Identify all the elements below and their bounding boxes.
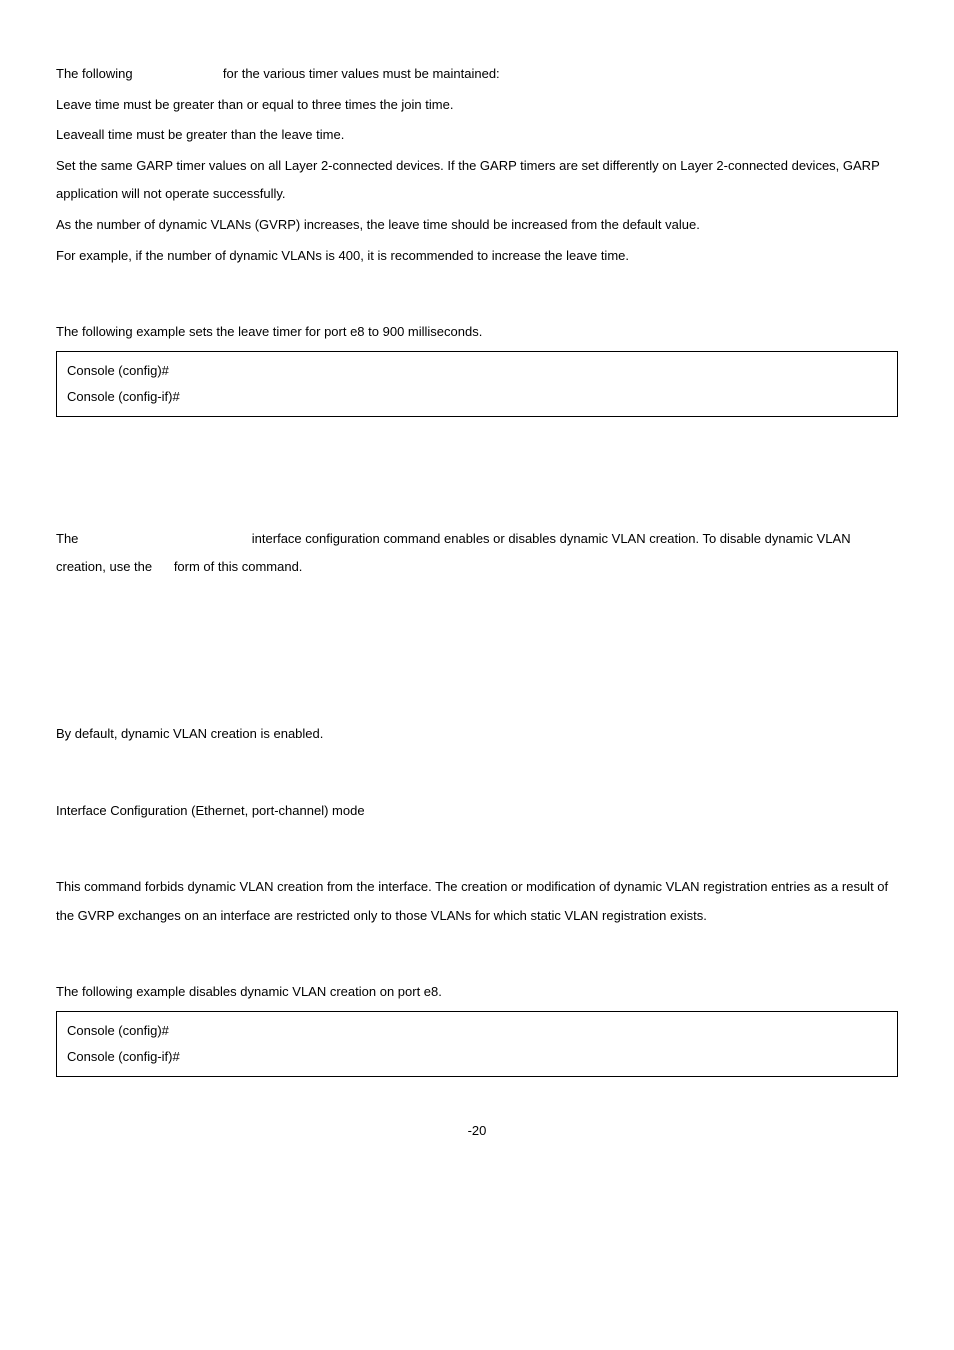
paragraph: By default, dynamic VLAN creation is ena… — [56, 720, 898, 749]
text-gap — [136, 66, 219, 81]
paragraph: The following example disables dynamic V… — [56, 978, 898, 1007]
paragraph: The interface configuration command enab… — [56, 525, 898, 582]
code-line: Console (config)# — [67, 358, 887, 384]
text-gap — [82, 531, 248, 546]
paragraph: Set the same GARP timer values on all La… — [56, 152, 898, 209]
code-block: Console (config)# Console (config-if)# — [56, 1011, 898, 1077]
paragraph: Leave time must be greater than or equal… — [56, 91, 898, 120]
code-block: Console (config)# Console (config-if)# — [56, 351, 898, 417]
page-number: -20 — [56, 1117, 898, 1146]
code-line: Console (config-if)# — [67, 384, 887, 410]
text: The following — [56, 66, 136, 81]
paragraph: The following for the various timer valu… — [56, 60, 898, 89]
paragraph: Interface Configuration (Ethernet, port-… — [56, 797, 898, 826]
paragraph: Leaveall time must be greater than the l… — [56, 121, 898, 150]
text-gap — [156, 559, 170, 574]
paragraph: As the number of dynamic VLANs (GVRP) in… — [56, 211, 898, 240]
paragraph: The following example sets the leave tim… — [56, 318, 898, 347]
text: form of this command. — [174, 559, 303, 574]
text: The — [56, 531, 82, 546]
paragraph: For example, if the number of dynamic VL… — [56, 242, 898, 271]
paragraph: This command forbids dynamic VLAN creati… — [56, 873, 898, 930]
text: for the various timer values must be mai… — [223, 66, 500, 81]
code-line: Console (config)# — [67, 1018, 887, 1044]
code-line: Console (config-if)# — [67, 1044, 887, 1070]
